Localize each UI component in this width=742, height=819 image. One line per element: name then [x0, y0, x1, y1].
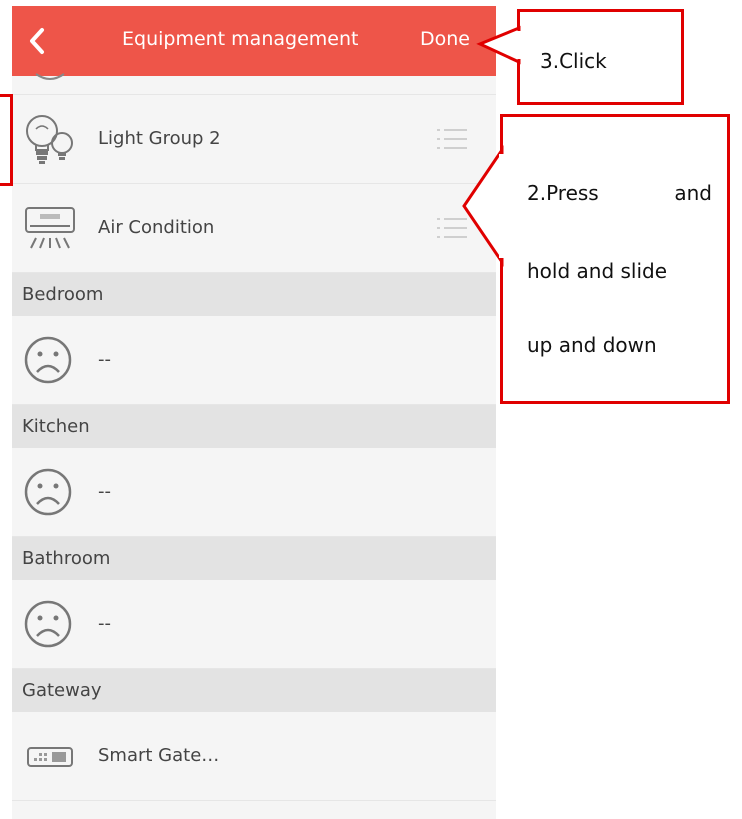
list-item-light-group-2[interactable]: Light Group 2 [12, 95, 496, 184]
annotation-text: hold and slide [527, 259, 668, 283]
sad-face-icon [24, 468, 72, 516]
drag-handle-icon[interactable] [437, 127, 469, 151]
app-header: Equipment management Done [12, 6, 496, 76]
drag-handle-icon[interactable] [437, 216, 469, 240]
annotation-callout-press: 2.Press and hold and slide up and down [500, 114, 730, 404]
section-header-bedroom: Bedroom [12, 273, 496, 316]
phone-screen: Equipment management Done Light Group 2 [12, 6, 496, 819]
empty-label: -- [98, 349, 111, 370]
list-item-air-condition[interactable]: Air Condition [12, 184, 496, 273]
chevron-left-icon[interactable] [26, 26, 48, 56]
annotation-text: up and down [527, 333, 657, 357]
list-item-partial [12, 73, 496, 95]
section-label: Kitchen [22, 416, 90, 437]
annotation-text: 2.Press [527, 181, 599, 205]
annotation-text-line: 2.Press and [527, 181, 712, 205]
list-item-empty: -- [12, 448, 496, 537]
list-item-empty: -- [12, 580, 496, 669]
page-title: Equipment management [122, 28, 359, 50]
list-item-smart-gateway[interactable]: Smart Gate… [12, 712, 496, 801]
section-label: Bathroom [22, 548, 111, 569]
equipment-list: Light Group 2 Air Condition Bedroom -- K… [12, 73, 496, 801]
sad-face-icon [24, 336, 72, 384]
device-label: Light Group 2 [98, 128, 221, 149]
section-header-bathroom: Bathroom [12, 537, 496, 580]
list-item-empty: -- [12, 316, 496, 405]
empty-label: -- [98, 481, 111, 502]
section-header-gateway: Gateway [12, 669, 496, 712]
done-button[interactable]: Done [420, 28, 470, 50]
section-label: Bedroom [22, 284, 104, 305]
annotation-box-partial [0, 94, 13, 186]
empty-label: -- [98, 613, 111, 634]
gateway-icon [27, 747, 73, 767]
device-icon [35, 73, 65, 80]
annotation-text: and [674, 181, 712, 205]
annotation-text: 3.Click [540, 49, 607, 73]
section-label: Gateway [22, 680, 102, 701]
annotation-callout-click: 3.Click [517, 9, 684, 105]
air-conditioner-icon [25, 207, 75, 249]
section-header-kitchen: Kitchen [12, 405, 496, 448]
device-label: Air Condition [98, 217, 215, 238]
light-bulb-icon [26, 115, 73, 164]
device-label: Smart Gate… [98, 745, 220, 766]
sad-face-icon [24, 600, 72, 648]
